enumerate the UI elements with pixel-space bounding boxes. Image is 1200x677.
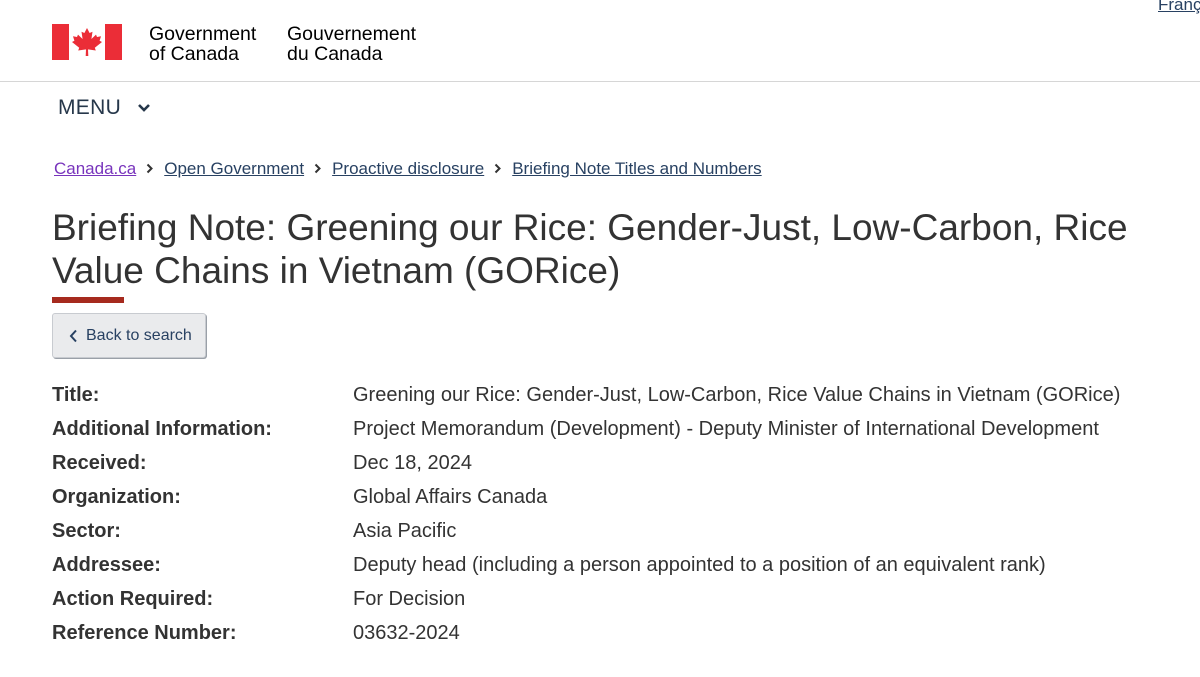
signature-en-line2: of Canada: [149, 43, 239, 65]
signature-fr-line2: du Canada: [287, 43, 383, 65]
detail-row-addressee: Addressee: Deputy head (including a pers…: [52, 548, 1192, 582]
detail-label: Reference Number:: [52, 621, 237, 644]
briefing-note-details: Title: Greening our Rice: Gender-Just, L…: [52, 378, 1192, 650]
signature-fr-line1: Gouvernement: [287, 23, 416, 45]
back-to-search-button[interactable]: Back to search: [52, 313, 206, 358]
chevron-right-icon: [304, 159, 332, 179]
page-title: Briefing Note: Greening our Rice: Gender…: [52, 206, 1182, 292]
detail-label: Action Required:: [52, 587, 214, 610]
detail-row-title: Title: Greening our Rice: Gender-Just, L…: [52, 378, 1192, 412]
detail-label: Sector:: [52, 519, 121, 542]
menu-label: MENU: [58, 96, 122, 119]
back-to-search-label: Back to search: [86, 326, 192, 344]
detail-label: Organization:: [52, 485, 181, 508]
signature-en-line1: Government: [149, 23, 257, 45]
detail-value: Greening our Rice: Gender-Just, Low-Carb…: [353, 383, 1121, 406]
language-toggle-link[interactable]: Franç: [1158, 0, 1200, 15]
government-signature[interactable]: Government of Canada Gouvernement du Can…: [52, 24, 416, 64]
chevron-right-icon: [484, 159, 512, 179]
chevron-left-icon: [69, 329, 77, 342]
page: Franç Government of Canada Gouvernement …: [0, 0, 1200, 677]
detail-value: Asia Pacific: [353, 519, 457, 542]
chevron-down-icon: [138, 104, 150, 112]
detail-label: Additional Information:: [52, 417, 272, 440]
detail-value: 03632-2024: [353, 621, 460, 644]
header-divider: [0, 81, 1200, 82]
detail-label: Received:: [52, 451, 147, 474]
chevron-right-icon: [136, 159, 164, 179]
breadcrumb: Canada.ca Open Government Proactive disc…: [54, 159, 762, 179]
page-title-line2: Value Chains in Vietnam (GORice): [52, 250, 621, 291]
breadcrumb-proactive-disclosure[interactable]: Proactive disclosure: [332, 159, 484, 179]
signature-english: Government of Canada: [149, 24, 256, 64]
detail-row-organization: Organization: Global Affairs Canada: [52, 480, 1192, 514]
breadcrumb-briefing-note-titles[interactable]: Briefing Note Titles and Numbers: [512, 159, 761, 179]
detail-value: For Decision: [353, 587, 466, 610]
canada-flag-icon: [52, 24, 122, 60]
signature-french: Gouvernement du Canada: [287, 24, 416, 64]
detail-row-received: Received: Dec 18, 2024: [52, 446, 1192, 480]
detail-row-action-required: Action Required: For Decision: [52, 582, 1192, 616]
title-underline-bar: [52, 297, 124, 303]
menu-button[interactable]: MENU: [58, 96, 151, 120]
detail-row-additional-information: Additional Information: Project Memorand…: [52, 412, 1192, 446]
detail-value: Global Affairs Canada: [353, 485, 548, 508]
breadcrumb-open-government[interactable]: Open Government: [164, 159, 304, 179]
breadcrumb-canada-ca[interactable]: Canada.ca: [54, 159, 136, 179]
detail-value: Project Memorandum (Development) - Deput…: [353, 417, 1099, 440]
detail-value: Deputy head (including a person appointe…: [353, 553, 1046, 576]
detail-label: Title:: [52, 383, 100, 406]
detail-value: Dec 18, 2024: [353, 451, 472, 474]
page-title-line1: Briefing Note: Greening our Rice: Gender…: [52, 207, 1128, 248]
detail-label: Addressee:: [52, 553, 161, 576]
detail-row-reference-number: Reference Number: 03632-2024: [52, 616, 1192, 650]
detail-row-sector: Sector: Asia Pacific: [52, 514, 1192, 548]
